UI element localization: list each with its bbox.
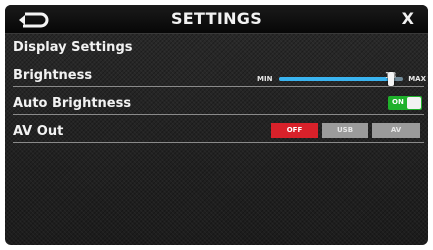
av-out-option-off[interactable]: OFF (271, 123, 318, 138)
close-button[interactable]: X (402, 9, 414, 28)
av-out-label: AV Out (13, 124, 64, 139)
auto-brightness-row: Auto Brightness ON (13, 90, 424, 115)
slider-track[interactable]: 18 (279, 71, 403, 86)
av-out-option-av[interactable]: AV (372, 123, 420, 138)
av-out-row: AV Out OFF USB AV (13, 118, 424, 143)
header-bar: SETTINGS X (5, 5, 428, 34)
brightness-label: Brightness (13, 68, 93, 83)
av-out-option-usb[interactable]: USB (322, 123, 368, 138)
toggle-knob (407, 97, 421, 109)
slider-thumb[interactable] (387, 72, 394, 86)
slider-min-label: MIN (257, 75, 273, 83)
slider-max-label: MAX (408, 75, 426, 83)
page-title: SETTINGS (170, 9, 263, 28)
settings-screen: SETTINGS X Display Settings Brightness M… (5, 5, 428, 245)
brightness-row: Brightness MIN 18 MAX (13, 62, 426, 87)
auto-brightness-label: Auto Brightness (13, 96, 132, 111)
toggle-state-label: ON (392, 98, 404, 106)
brightness-slider[interactable]: MIN 18 MAX (257, 66, 426, 86)
section-title: Display Settings (13, 40, 133, 55)
slider-fill (279, 77, 391, 81)
auto-brightness-toggle[interactable]: ON (388, 96, 422, 110)
